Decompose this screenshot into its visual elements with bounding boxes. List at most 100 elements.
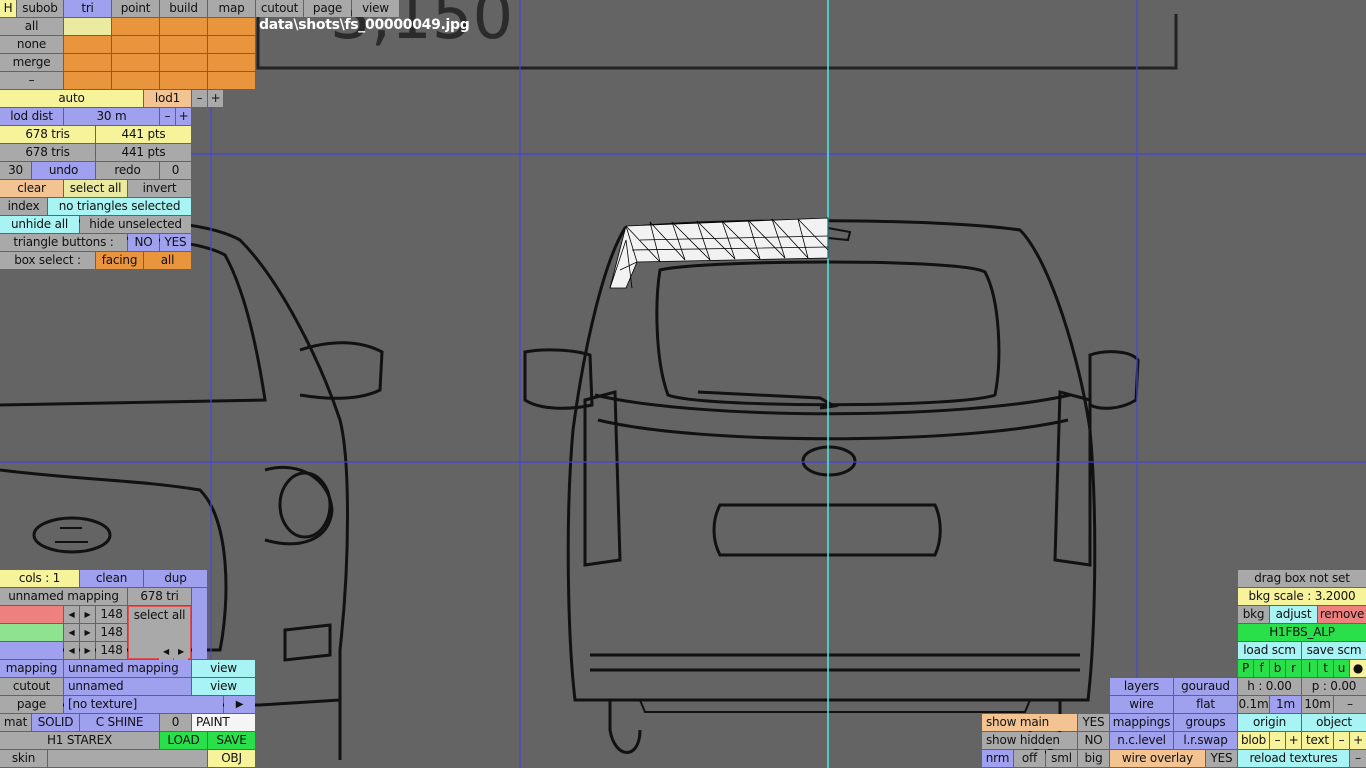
origin-button[interactable]: origin (1238, 714, 1301, 731)
select-all-button[interactable]: select all (64, 180, 127, 197)
view-p-button[interactable]: P (1238, 660, 1253, 677)
subob-slot[interactable] (64, 54, 111, 71)
view-dot-button[interactable]: ● (1350, 660, 1366, 677)
tab-map[interactable]: map (208, 0, 255, 17)
subob-all-button[interactable]: all (0, 18, 63, 35)
cutout-value[interactable]: unnamed (64, 678, 191, 695)
red-right-arrow[interactable]: ▶ (80, 606, 95, 623)
blue-right-arrow[interactable]: ▶ (80, 642, 95, 659)
object-button[interactable]: object (1302, 714, 1366, 731)
green-right-arrow[interactable]: ▶ (80, 624, 95, 641)
lod-dist-value[interactable]: 30 m (64, 108, 159, 125)
blob-minus-button[interactable]: – (1270, 732, 1285, 749)
box-select-facing[interactable]: facing (96, 252, 143, 269)
lod-auto-button[interactable]: auto (0, 90, 143, 107)
subob-slot[interactable] (208, 54, 255, 71)
mapping-value[interactable]: unnamed mapping (64, 660, 191, 677)
view-b-button[interactable]: b (1270, 660, 1285, 677)
view-u-button[interactable]: u (1334, 660, 1349, 677)
mapping-view-button[interactable]: view (192, 660, 255, 677)
tab-cutout[interactable]: cutout (256, 0, 303, 17)
heading-field[interactable]: h : 0.00 (1238, 678, 1301, 695)
load-button[interactable]: LOAD (160, 732, 207, 749)
car-name-field[interactable]: H1 STAREX (0, 732, 159, 749)
pitch-field[interactable]: p : 0.00 (1302, 678, 1366, 695)
step-01m[interactable]: 0.1m (1238, 696, 1269, 713)
view-f-button[interactable]: f (1254, 660, 1269, 677)
save-scm-button[interactable]: save scm (1302, 642, 1366, 659)
mappings-button[interactable]: mappings (1110, 714, 1173, 731)
subob-slot[interactable] (64, 36, 111, 53)
cshine-button[interactable]: C SHINE (80, 714, 159, 731)
dup-button[interactable]: dup (144, 570, 207, 587)
subob-slot[interactable] (160, 36, 207, 53)
undo-button[interactable]: undo (32, 162, 95, 179)
solid-button[interactable]: SOLID (32, 714, 79, 731)
lod-dist-plus-button[interactable]: + (176, 108, 191, 125)
blue-left-arrow[interactable]: ◀ (64, 642, 79, 659)
page-arrow-button[interactable]: ▶ (224, 696, 255, 713)
subob-slot[interactable] (208, 72, 255, 89)
triangle-buttons-yes[interactable]: YES (160, 234, 191, 251)
swatch-left-arrow[interactable]: ◀ (159, 643, 173, 660)
tab-view[interactable]: view (352, 0, 399, 17)
triangle-buttons-no[interactable]: NO (128, 234, 159, 251)
step-minus[interactable]: – (1334, 696, 1366, 713)
tab-point[interactable]: point (112, 0, 159, 17)
lr-swap-button[interactable]: l.r.swap (1174, 732, 1237, 749)
subob-dash-button[interactable]: – (0, 72, 63, 89)
nc-level-button[interactable]: n.c.level (1110, 732, 1173, 749)
page-value[interactable]: [no texture] (64, 696, 223, 713)
subob-slot[interactable] (112, 18, 159, 35)
tab-h[interactable]: H (0, 0, 16, 17)
off-button[interactable]: off (1014, 750, 1045, 767)
subob-none-button[interactable]: none (0, 36, 63, 53)
text-plus-button[interactable]: + (1350, 732, 1366, 749)
tab-tri[interactable]: tri (64, 0, 111, 17)
reload-minus-button[interactable]: – (1350, 750, 1366, 767)
text-button[interactable]: text (1302, 732, 1333, 749)
box-select-all[interactable]: all (144, 252, 191, 269)
big-button[interactable]: big (1078, 750, 1109, 767)
save-button[interactable]: SAVE (208, 732, 255, 749)
swatch-select-all-button[interactable]: select all (129, 607, 190, 624)
view-l-button[interactable]: l (1302, 660, 1317, 677)
redo-button[interactable]: redo (96, 162, 159, 179)
red-slider[interactable] (0, 606, 63, 623)
blob-button[interactable]: blob (1238, 732, 1269, 749)
swatch-right-arrow[interactable]: ▶ (174, 643, 188, 660)
subob-slot[interactable] (112, 72, 159, 89)
subob-slot[interactable] (160, 18, 207, 35)
hide-unselected-button[interactable]: hide unselected (80, 216, 191, 233)
nrm-button[interactable]: nrm (982, 750, 1013, 767)
green-left-arrow[interactable]: ◀ (64, 624, 79, 641)
adjust-button[interactable]: adjust (1270, 606, 1317, 623)
wire-overlay-toggle[interactable]: YES (1206, 750, 1237, 767)
groups-button[interactable]: groups (1174, 714, 1237, 731)
red-left-arrow[interactable]: ◀ (64, 606, 79, 623)
tab-build[interactable]: build (160, 0, 207, 17)
step-1m[interactable]: 1m (1270, 696, 1301, 713)
lod1-button[interactable]: lod1 (144, 90, 191, 107)
view-r-button[interactable]: r (1286, 660, 1301, 677)
green-slider[interactable] (0, 624, 63, 641)
text-minus-button[interactable]: – (1334, 732, 1349, 749)
lod-plus-button[interactable]: + (208, 90, 223, 107)
clear-button[interactable]: clear (0, 180, 63, 197)
flat-button[interactable]: flat (1174, 696, 1237, 713)
tab-page[interactable]: page (304, 0, 351, 17)
subob-slot[interactable] (64, 72, 111, 89)
reload-textures-button[interactable]: reload textures (1238, 750, 1349, 767)
clean-button[interactable]: clean (80, 570, 143, 587)
remove-button[interactable]: remove (1318, 606, 1366, 623)
bkg-button[interactable]: bkg (1238, 606, 1269, 623)
index-button[interactable]: index (0, 198, 47, 215)
subob-merge-button[interactable]: merge (0, 54, 63, 71)
load-scm-button[interactable]: load scm (1238, 642, 1301, 659)
lod-minus-button[interactable]: – (192, 90, 207, 107)
wire-button[interactable]: wire (1110, 696, 1173, 713)
tab-subob[interactable]: subob (17, 0, 63, 17)
step-10m[interactable]: 10m (1302, 696, 1333, 713)
show-main-toggle[interactable]: YES (1078, 714, 1109, 731)
view-t-button[interactable]: t (1318, 660, 1333, 677)
